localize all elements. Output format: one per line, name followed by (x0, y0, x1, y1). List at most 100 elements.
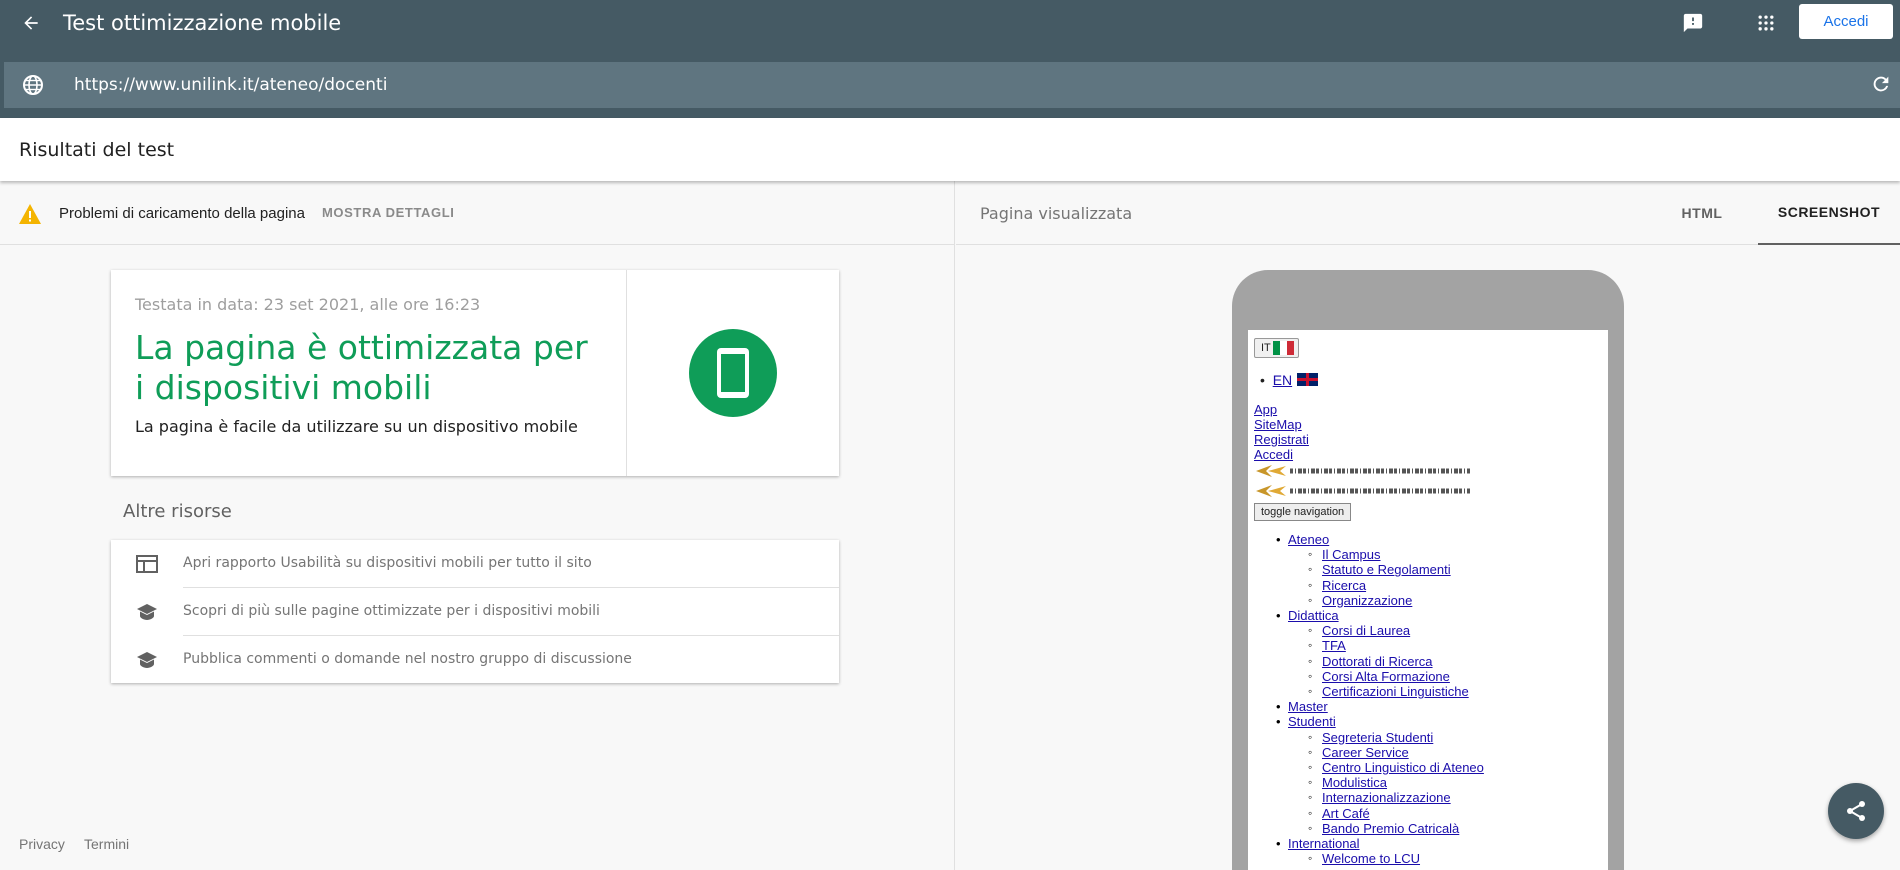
share-button[interactable] (1828, 783, 1884, 839)
nav-sublink: Statuto e Regolamenti (1322, 562, 1451, 578)
terms-link[interactable]: Termini (84, 836, 129, 852)
nav-sublink: Career Service (1322, 744, 1409, 760)
nav-subitem: TFA (1248, 638, 1484, 653)
rendered-page-header: Pagina visualizzata HTML SCREENSHOT (956, 181, 1900, 245)
site-logo-image (1256, 465, 1470, 477)
nav-sublink: Organizzazione (1322, 592, 1413, 608)
nav-link: Didattica (1288, 608, 1339, 624)
language-it-button: IT (1254, 338, 1299, 358)
nav-subitem: Internazionalizzazione (1248, 790, 1484, 805)
nav-link: International (1288, 836, 1360, 852)
toggle-navigation-button: toggle navigation (1254, 503, 1352, 521)
mobile-link: Registrati (1254, 432, 1309, 447)
tested-date: Testata in data: 23 set 2021, alle ore 1… (135, 295, 481, 314)
nav-item: International (1248, 836, 1484, 851)
nav-subitem: Segreteria Studenti (1248, 730, 1484, 745)
refresh-icon[interactable] (1870, 73, 1894, 97)
nav-subitem: Centro Linguistico di Ateneo (1248, 760, 1484, 775)
results-panel: Problemi di caricamento della pagina MOS… (0, 181, 955, 870)
app-bar: Test ottimizzazione mobile Accedi (0, 0, 1900, 46)
nav-sublink: Corsi Alta Formazione (1322, 668, 1450, 684)
nav-link: Ateneo (1288, 532, 1330, 547)
mobile-top-links: App SiteMap Registrati Accedi (1254, 402, 1309, 462)
nav-subitem: Career Service (1248, 745, 1484, 760)
resource-usability-report[interactable]: Apri rapporto Usabilità su dispositivi m… (111, 540, 839, 588)
privacy-link[interactable]: Privacy (19, 836, 65, 852)
nav-subitem: Dottorati di Ricerca (1248, 654, 1484, 669)
nav-sublink: Corsi di Laurea (1322, 623, 1411, 639)
verdict-subtext: La pagina è facile da utilizzare su un d… (135, 417, 578, 436)
nav-subitem: Certificazioni Linguistiche (1248, 684, 1484, 699)
nav-sublink: Certificazioni Linguistiche (1322, 684, 1469, 700)
nav-subitem: Welcome to LCU (1248, 851, 1484, 866)
rendered-page-title: Pagina visualizzata (980, 204, 1133, 223)
mobile-friendly-badge (689, 329, 777, 417)
resource-label: Apri rapporto Usabilità su dispositivi m… (183, 555, 592, 571)
nav-item: Ateneo (1248, 532, 1484, 547)
mobile-link: App (1254, 402, 1278, 417)
uk-flag-icon (1297, 373, 1319, 386)
warning-icon (18, 203, 42, 225)
tab-screenshot[interactable]: SCREENSHOT (1758, 181, 1900, 245)
show-details-button[interactable]: MOSTRA DETTAGLI (322, 205, 455, 220)
issue-text: Problemi di caricamento della pagina (59, 205, 305, 222)
nav-sublink: Welcome to LCU (1322, 851, 1421, 867)
tab-html[interactable]: HTML (1662, 181, 1742, 245)
verdict-card: Testata in data: 23 set 2021, alle ore 1… (111, 270, 839, 476)
nav-sublink: Il Campus (1322, 547, 1381, 563)
nav-item: Studenti (1248, 714, 1484, 729)
school-icon (136, 602, 158, 622)
rendered-page-panel: Pagina visualizzata HTML SCREENSHOT IT •… (956, 181, 1900, 870)
nav-sublink: Dottorati di Ricerca (1322, 653, 1433, 669)
nav-sublink: Bando Premio Catricalà (1322, 820, 1460, 836)
url-input[interactable] (74, 62, 1774, 108)
italy-flag-icon (1272, 341, 1294, 355)
resource-label: Pubblica commenti o domande nel nostro g… (183, 651, 632, 667)
nav-sublink: TFA (1322, 638, 1346, 654)
mobile-link: SiteMap (1254, 417, 1302, 432)
page-title: Test ottimizzazione mobile (63, 11, 342, 35)
nav-sublink: Modulistica (1322, 775, 1388, 791)
nav-item: Master (1248, 699, 1484, 714)
results-title: Risultati del test (19, 139, 175, 161)
nav-subitem: Modulistica (1248, 775, 1484, 790)
nav-subitem: Corsi Alta Formazione (1248, 669, 1484, 684)
resource-learn-more[interactable]: Scopri di più sulle pagine ottimizzate p… (111, 588, 839, 636)
nav-link: Studenti (1288, 714, 1336, 730)
resource-discussion-group[interactable]: Pubblica commenti o domande nel nostro g… (111, 636, 839, 684)
globe-icon (21, 73, 45, 97)
sign-in-button[interactable]: Accedi (1799, 4, 1893, 39)
share-icon (1847, 801, 1865, 821)
nav-item: Didattica (1248, 608, 1484, 623)
nav-sublink: Centro Linguistico di Ateneo (1322, 760, 1484, 776)
language-en-item: • EN (1260, 372, 1319, 388)
nav-sublink: Segreteria Studenti (1322, 729, 1434, 745)
results-header: Risultati del test (0, 118, 1900, 181)
nav-subitem: Il Campus (1248, 547, 1484, 562)
resource-label: Scopri di più sulle pagine ottimizzate p… (183, 603, 600, 619)
apps-grid-icon[interactable] (1753, 10, 1779, 36)
nav-sublink: Art Café (1322, 805, 1370, 821)
nav-link: Master (1288, 699, 1328, 715)
nav-subitem: Organizzazione (1248, 593, 1484, 608)
site-logo-image (1256, 485, 1470, 497)
feedback-icon[interactable] (1680, 10, 1706, 36)
verdict-headline: La pagina è ottimizzata per i dispositiv… (135, 328, 588, 407)
smartphone-icon (717, 348, 749, 398)
back-arrow-icon[interactable] (18, 10, 44, 36)
nav-sublink: Ricerca (1322, 577, 1367, 593)
resources-title: Altre risorse (123, 501, 232, 522)
school-icon (136, 650, 158, 670)
web-icon (136, 554, 158, 574)
lang-it-label: IT (1261, 342, 1271, 354)
nav-subitem: Art Café (1248, 806, 1484, 821)
lang-en-link: EN (1272, 372, 1293, 388)
nav-subitem: Ricerca (1248, 578, 1484, 593)
nav-sublink: Internazionalizzazione (1322, 790, 1451, 806)
url-bar-container (0, 46, 1900, 118)
card-divider (626, 270, 627, 476)
nav-subitem: Corsi di Laurea (1248, 623, 1484, 638)
resources-list: Apri rapporto Usabilità su dispositivi m… (111, 540, 839, 683)
nav-subitem: Statuto e Regolamenti (1248, 562, 1484, 577)
mobile-nav: Ateneo Il Campus Statuto e Regolamenti R… (1248, 532, 1484, 867)
